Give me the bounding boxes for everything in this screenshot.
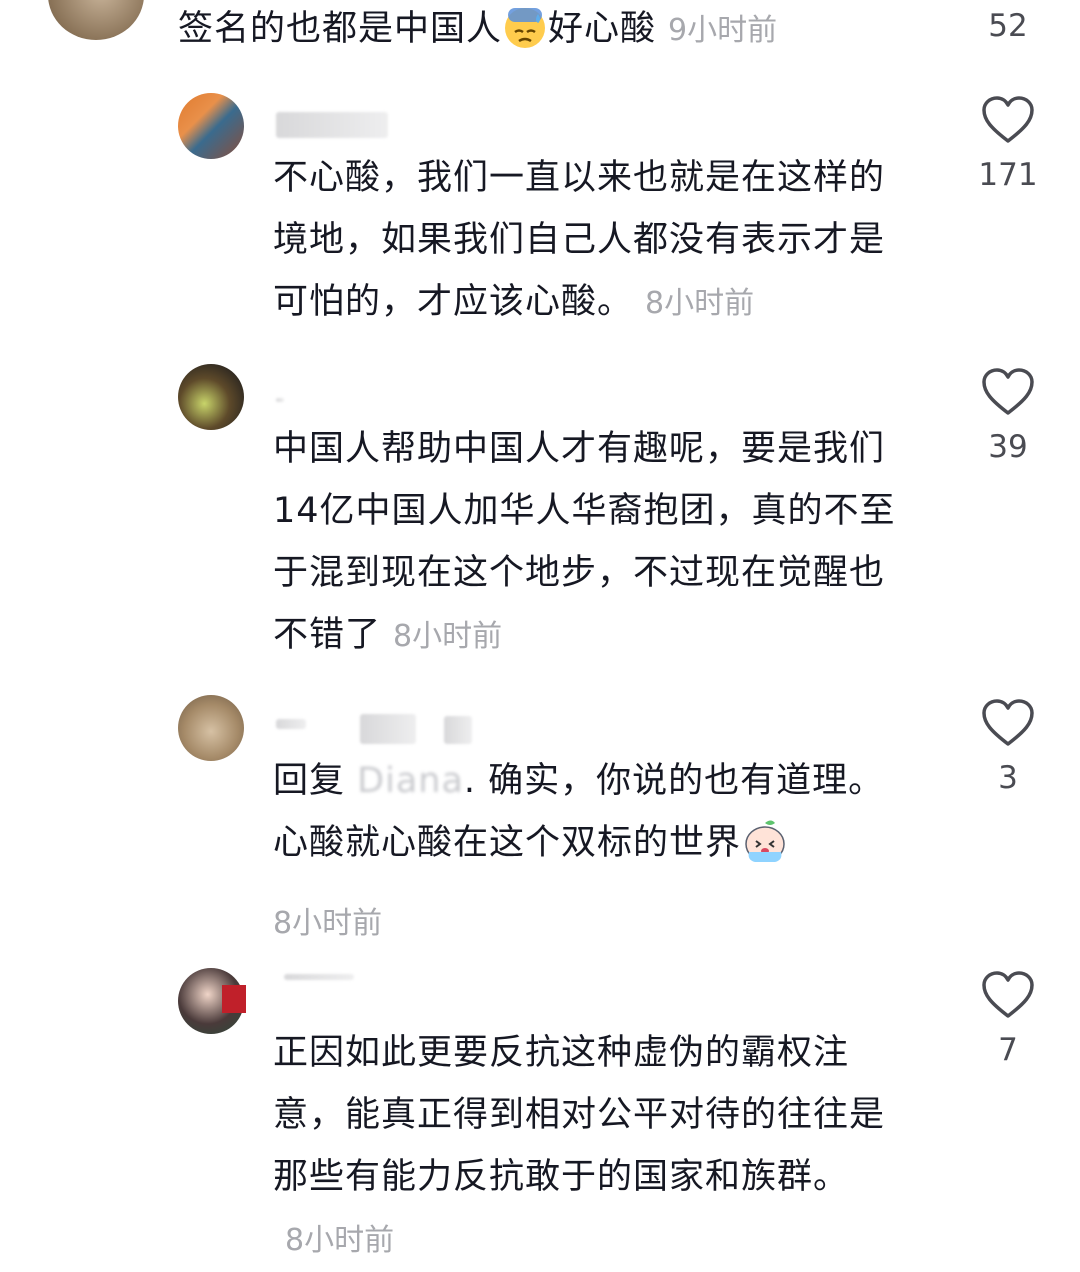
username-redacted[interactable] (360, 714, 416, 744)
username-redacted[interactable] (276, 398, 284, 402)
like-count: 171 (978, 157, 1038, 193)
username-redacted[interactable] (276, 112, 388, 138)
like-heart-icon[interactable] (981, 698, 1035, 748)
comment-time: 8小时前 (645, 286, 755, 321)
username-redacted[interactable] (284, 974, 354, 980)
like-heart-icon[interactable] (981, 970, 1035, 1020)
comment-text: 签名的也都是中国人 好心酸 9小时前 (178, 0, 938, 70)
avatar[interactable] (48, 0, 144, 40)
comment-text: 中国人帮助中国人才有趣呢，要是我们14亿中国人加华人华裔抱团，真的不至于混到现在… (273, 429, 896, 655)
reply-prefix: 回复 (273, 761, 346, 801)
like-heart-icon[interactable] (981, 367, 1035, 417)
sweat-downcast-face-icon (502, 4, 548, 70)
username-redacted[interactable] (276, 719, 306, 729)
comment-time: 9小时前 (668, 13, 778, 48)
username-redacted[interactable] (444, 716, 472, 744)
like-count: 7 (998, 1032, 1018, 1068)
comment-text: 不心酸，我们一直以来也就是在这样的境地，如果我们自己人都没有表示才是可怕的，才应… (273, 158, 886, 322)
comment-time: 8小时前 (393, 619, 503, 654)
comment-time: 8小时前 (285, 1223, 395, 1258)
comment-time: 8小时前 (273, 906, 383, 941)
avatar[interactable] (178, 93, 244, 159)
like-heart-icon[interactable] (981, 95, 1035, 145)
like-count: 52 (988, 8, 1028, 44)
comment-text: 正因如此更要反抗这种虚伪的霸权注意，能真正得到相对公平对待的往往是那些有能力反抗… (273, 1033, 886, 1258)
avatar[interactable] (178, 695, 244, 761)
crying-peach-face-icon (741, 816, 789, 884)
reply-target[interactable]: Diana (357, 761, 464, 801)
comment-text: 回复 Diana. 确实，你说的也有道理。心酸就心酸在这个双标的世界 8小时前 (273, 761, 885, 941)
avatar-badge (222, 985, 246, 1013)
avatar[interactable] (178, 364, 244, 430)
like-count: 39 (988, 429, 1028, 465)
like-count: 3 (998, 760, 1018, 796)
